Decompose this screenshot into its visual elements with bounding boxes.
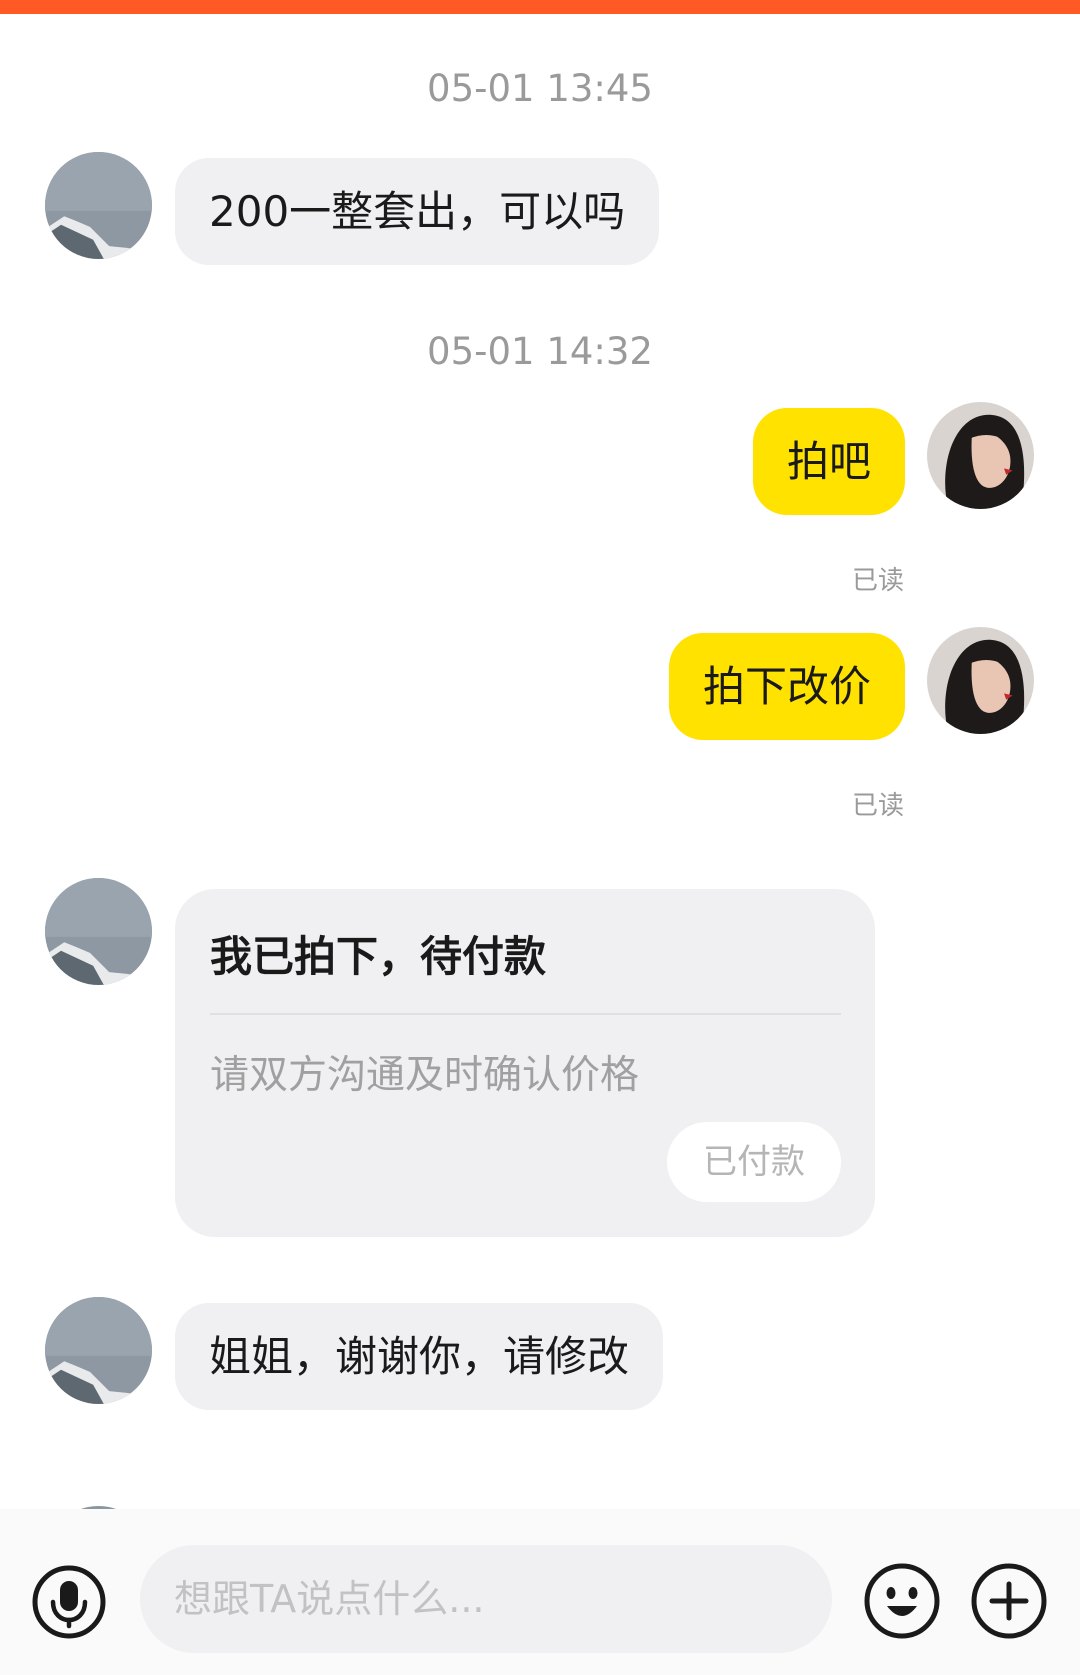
seller-avatar[interactable]: [45, 1297, 152, 1404]
message-input[interactable]: [140, 1545, 832, 1653]
card-divider: [210, 1013, 841, 1015]
message-bubble-own[interactable]: 拍吧: [752, 408, 905, 515]
plus-icon[interactable]: [970, 1562, 1048, 1640]
timestamp: 05-01 13:45: [427, 67, 653, 110]
read-status: 已读: [852, 791, 905, 821]
chat-messages[interactable]: 05-01 13:45 200一整套出，可以吗 05-01 14:32 拍吧 已…: [0, 14, 1080, 1509]
message-bubble[interactable]: 200一整套出，可以吗: [175, 158, 660, 265]
seller-avatar[interactable]: [45, 878, 152, 985]
top-accent-bar: [0, 0, 1080, 14]
smile-icon[interactable]: [863, 1562, 941, 1640]
order-status-card: 我已拍下，待付款 请双方沟通及时确认价格 已付款: [175, 889, 875, 1237]
seller-avatar[interactable]: [45, 152, 152, 259]
microphone-icon[interactable]: [31, 1564, 107, 1640]
message-bubble[interactable]: 姐姐，谢谢你，请修改: [175, 1303, 664, 1410]
own-avatar[interactable]: [927, 402, 1034, 509]
input-bar: [0, 1509, 1080, 1675]
card-title: 我已拍下，待付款: [210, 932, 547, 981]
own-avatar[interactable]: [927, 627, 1034, 734]
card-description: 请双方沟通及时确认价格: [210, 1053, 640, 1098]
timestamp: 05-01 14:32: [427, 330, 653, 373]
paid-button[interactable]: 已付款: [667, 1122, 841, 1202]
read-status: 已读: [852, 566, 905, 596]
message-bubble-own[interactable]: 拍下改价: [668, 633, 905, 740]
